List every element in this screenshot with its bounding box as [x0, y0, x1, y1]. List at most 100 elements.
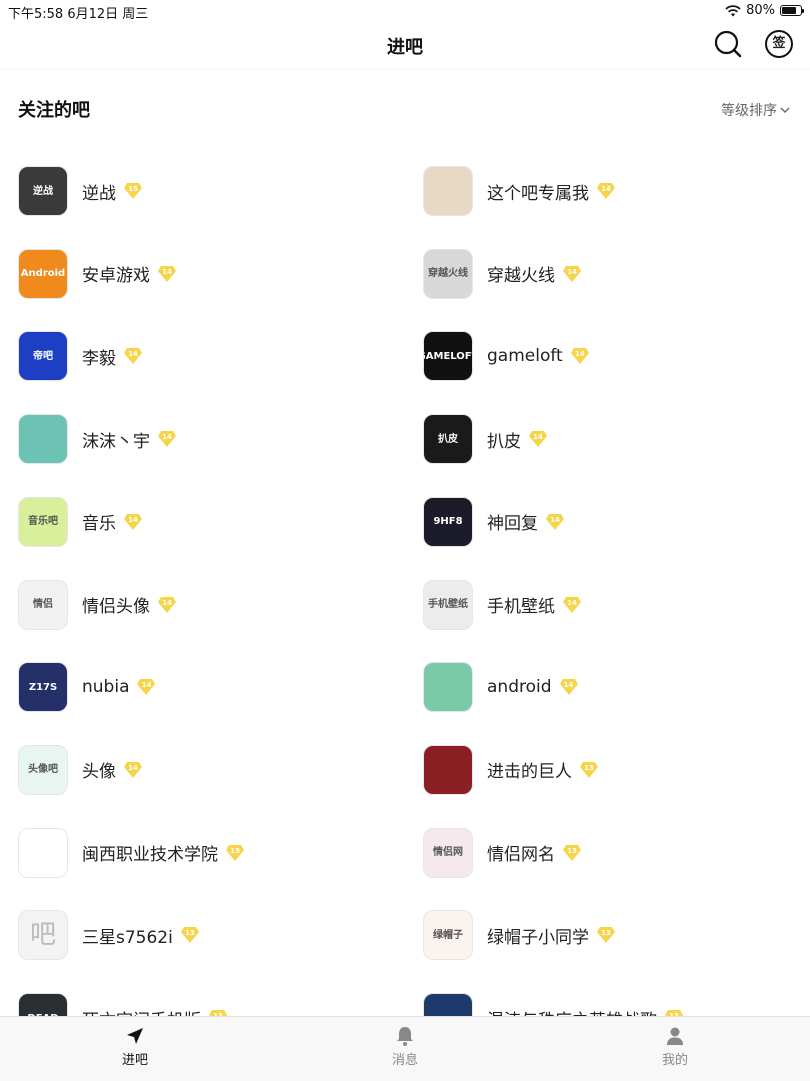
- level-badge: 14: [545, 513, 565, 531]
- sign-in-button[interactable]: 签: [764, 29, 794, 59]
- status-right: 80%: [725, 3, 804, 18]
- forum-item[interactable]: 吧三星s7562i 13: [18, 894, 408, 976]
- forum-avatar: 头像吧: [18, 744, 68, 795]
- forum-name: 手机壁纸: [487, 597, 555, 617]
- forum-item[interactable]: 穿越火线 穿越火线 14: [423, 233, 810, 315]
- forum-item[interactable]: 情侣网 情侣网名 13: [423, 812, 810, 894]
- level-badge: 14: [528, 430, 548, 448]
- forum-item[interactable]: 绿帽子 绿帽子小同学 13: [423, 894, 810, 976]
- forum-name: 沫沫丶宇: [82, 431, 150, 452]
- forum-item[interactable]: 进击的巨人 13: [423, 729, 810, 811]
- forum-name: 三星s7562i: [82, 927, 173, 948]
- forum-item[interactable]: 头像吧 头像 14: [18, 729, 408, 811]
- forum-item[interactable]: DEAD 死亡空间手机版 13: [18, 977, 408, 1016]
- forum-item[interactable]: 帝吧 李毅 14: [18, 315, 408, 397]
- level-number: 15: [128, 185, 138, 193]
- tab-label: 我的: [661, 1053, 688, 1068]
- forum-item[interactable]: GAMELOFT gameloft 14: [423, 315, 810, 397]
- forum-avatar: 情侣网: [423, 827, 473, 878]
- tab-enter-forum[interactable]: 进吧: [75, 1025, 195, 1068]
- forum-name: android: [487, 677, 552, 698]
- chevron-down-icon: [780, 107, 790, 113]
- forum-item[interactable]: 闽西职业技术学院 13: [18, 812, 408, 894]
- level-badge: 14: [123, 347, 143, 365]
- forum-avatar: 手机壁纸: [423, 579, 473, 630]
- forum-avatar: [423, 662, 473, 713]
- forum-avatar: [18, 827, 68, 878]
- level-badge: 14: [157, 596, 177, 614]
- level-number: 13: [584, 763, 594, 772]
- sort-label: 等级排序: [721, 103, 777, 119]
- forum-item[interactable]: 沫沫丶宇 14: [18, 398, 408, 480]
- forum-item[interactable]: Android 安卓游戏 14: [18, 233, 408, 315]
- forum-name: gameloft: [487, 346, 563, 367]
- nav-bar: 进吧 签: [0, 22, 810, 68]
- forum-name: 扒皮: [487, 431, 521, 452]
- search-button[interactable]: [713, 29, 743, 59]
- forum-name: 这个吧专属我: [487, 183, 589, 204]
- forum-item[interactable]: android 14: [423, 646, 810, 728]
- level-badge: 13: [579, 761, 599, 779]
- forum-item[interactable]: 9HF8 神回复 14: [423, 481, 810, 563]
- page-title: 进吧: [387, 37, 423, 58]
- forum-name: nubia: [82, 677, 130, 698]
- battery-percent: 80%: [746, 3, 775, 18]
- level-number: 14: [550, 515, 560, 524]
- forum-item[interactable]: 混沌与秩序之英雄战歌 13: [423, 977, 810, 1016]
- tab-messages[interactable]: 消息: [345, 1025, 465, 1068]
- forum-name: 音乐: [82, 514, 116, 535]
- level-badge: 14: [123, 513, 143, 531]
- forum-avatar: 吧: [18, 910, 68, 961]
- level-number: 14: [162, 433, 172, 442]
- forum-avatar: [423, 744, 473, 795]
- section-header: 关注的吧 等级排序: [0, 90, 810, 130]
- level-number: 14: [563, 681, 574, 690]
- forum-avatar: [423, 993, 473, 1016]
- level-number: 13: [184, 929, 195, 938]
- level-badge: 13: [562, 844, 582, 862]
- forum-avatar: 帝吧: [18, 331, 68, 382]
- forum-avatar: [423, 166, 473, 216]
- forum-item[interactable]: 情侣 情侣头像 14: [18, 564, 408, 646]
- forum-avatar: Z17S: [18, 662, 68, 713]
- forum-avatar: DEAD: [18, 993, 68, 1016]
- forum-name: 穿越火线: [487, 266, 555, 287]
- level-badge: 15: [123, 182, 143, 200]
- level-badge: 14: [596, 182, 616, 200]
- level-number: 14: [128, 515, 138, 524]
- forum-avatar: 情侣: [18, 579, 68, 630]
- tab-label: 进吧: [121, 1053, 148, 1068]
- forum-name: 安卓游戏: [82, 266, 150, 287]
- forum-name: 混沌与秩序之英雄战歌: [487, 1006, 657, 1017]
- level-number: 14: [533, 433, 543, 442]
- level-badge: 14: [123, 761, 143, 779]
- forum-item[interactable]: 这个吧专属我 14: [423, 150, 810, 232]
- person-icon: [667, 1027, 683, 1045]
- forum-item[interactable]: 扒皮 扒皮 14: [423, 398, 810, 480]
- tab-mine[interactable]: 我的: [615, 1025, 735, 1068]
- forum-avatar: 9HF8: [423, 496, 473, 547]
- forum-avatar: 逆战: [18, 166, 68, 216]
- forum-item[interactable]: Z17S nubia 14: [18, 646, 408, 728]
- battery-fill: [782, 7, 797, 14]
- forum-name: 绿帽子小同学: [487, 927, 589, 948]
- level-badge: 13: [225, 844, 245, 862]
- level-number: 14: [162, 598, 172, 607]
- forum-list: 逆战 逆战 15 这个吧专属我 14 Android 安卓游戏 14 穿越火线 穿越火线 14 帝吧李…: [0, 150, 810, 1016]
- level-badge: 13: [208, 1009, 228, 1016]
- forum-item[interactable]: 逆战 逆战 15: [18, 150, 408, 232]
- forum-name: 逆战: [82, 183, 116, 204]
- forum-avatar: [18, 414, 68, 465]
- level-number: 13: [601, 929, 611, 938]
- forum-name: 情侣网名: [487, 845, 555, 866]
- sort-button[interactable]: 等级排序: [721, 100, 790, 120]
- forum-item[interactable]: 音乐吧 音乐 14: [18, 481, 408, 563]
- level-number: 13: [230, 846, 240, 855]
- level-number: 13: [567, 846, 577, 855]
- forum-item[interactable]: 手机壁纸 手机壁纸 14: [423, 564, 810, 646]
- wifi-icon: [725, 4, 741, 16]
- forum-avatar: 音乐吧: [18, 496, 68, 547]
- level-badge: 14: [562, 596, 582, 614]
- forum-avatar: 穿越火线: [423, 248, 473, 299]
- section-title: 关注的吧: [18, 100, 90, 121]
